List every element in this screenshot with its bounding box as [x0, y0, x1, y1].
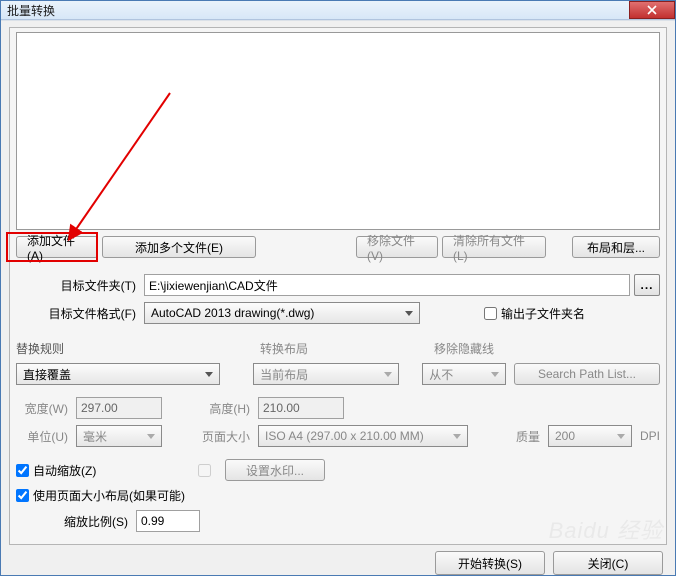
rule-row: 直接覆盖 当前布局 从不 Search Path List... — [16, 363, 660, 385]
height-label: 高度(H) — [198, 400, 254, 417]
add-multi-button[interactable]: 添加多个文件(E) — [102, 236, 256, 258]
dpi-label: DPI — [640, 429, 660, 443]
replace-rule-select[interactable]: 直接覆盖 — [16, 363, 220, 385]
target-folder-label: 目标文件夹(T) — [16, 277, 140, 294]
unit-select[interactable]: 毫米 — [76, 425, 162, 447]
pagelayout-row: 使用页面大小布局(如果可能) — [16, 487, 660, 504]
unit-row: 单位(U) 毫米 页面大小 ISO A4 (297.00 x 210.00 MM… — [16, 425, 660, 447]
remove-hidden-header: 移除隐藏线 — [434, 340, 534, 357]
remove-hidden-select[interactable]: 从不 — [422, 363, 506, 385]
browse-button[interactable]: ... — [634, 274, 660, 296]
dialog-buttons: 开始转换(S) 关闭(C) — [9, 545, 667, 575]
unit-label: 单位(U) — [16, 428, 72, 445]
headers-row: 替换规则 转换布局 移除隐藏线 — [16, 340, 660, 357]
highlight-box — [6, 232, 98, 262]
chevron-down-icon — [613, 426, 629, 446]
dialog-window: 批量转换 添加文件(A) 添加多个文件(E) 移除文件(V) 清除所有文件(L) — [0, 0, 676, 576]
chevron-down-icon — [487, 364, 503, 384]
file-list[interactable] — [16, 32, 660, 230]
page-size-label: 页面大小 — [198, 428, 254, 445]
layout-layers-button[interactable]: 布局和层... — [572, 236, 660, 258]
width-label: 宽度(W) — [16, 400, 72, 417]
remove-file-button[interactable]: 移除文件(V) — [356, 236, 438, 258]
clear-all-button[interactable]: 清除所有文件(L) — [442, 236, 546, 258]
close-icon[interactable] — [629, 1, 675, 19]
chevron-down-icon — [449, 426, 465, 446]
zoom-ratio-label: 缩放比例(S) — [16, 513, 132, 530]
target-format-label: 目标文件格式(F) — [16, 305, 140, 322]
watermark-enable-checkbox[interactable] — [198, 464, 211, 477]
toolbar-blurred — [1, 20, 675, 21]
chevron-down-icon — [201, 364, 217, 384]
zoom-row: 缩放比例(S) 0.99 — [16, 510, 660, 532]
chevron-down-icon — [143, 426, 159, 446]
replace-rule-header: 替换规则 — [16, 340, 226, 357]
quality-select[interactable]: 200 — [548, 425, 632, 447]
auto-zoom-checkbox[interactable]: 自动缩放(Z) — [16, 462, 186, 479]
target-folder-row: 目标文件夹(T) E:\jixiewenjian\CAD文件 ... — [16, 274, 660, 296]
set-watermark-button[interactable]: 设置水印... — [225, 459, 325, 481]
zoom-ratio-input[interactable]: 0.99 — [136, 510, 200, 532]
page-size-select[interactable]: ISO A4 (297.00 x 210.00 MM) — [258, 425, 468, 447]
quality-label: 质量 — [504, 428, 544, 445]
dim-row: 宽度(W) 297.00 高度(H) 210.00 — [16, 397, 660, 419]
height-input[interactable]: 210.00 — [258, 397, 344, 419]
convert-layout-header: 转换布局 — [260, 340, 410, 357]
convert-layout-select[interactable]: 当前布局 — [253, 363, 399, 385]
target-folder-input[interactable]: E:\jixiewenjian\CAD文件 — [144, 274, 630, 296]
output-subfolder-checkbox[interactable]: 输出子文件夹名 — [484, 305, 585, 322]
titlebar: 批量转换 — [1, 1, 675, 20]
chevron-down-icon — [401, 303, 417, 323]
search-path-button[interactable]: Search Path List... — [514, 363, 660, 385]
width-input[interactable]: 297.00 — [76, 397, 162, 419]
target-format-select[interactable]: AutoCAD 2013 drawing(*.dwg) — [144, 302, 420, 324]
chevron-down-icon — [380, 364, 396, 384]
file-buttons-row: 添加文件(A) 添加多个文件(E) 移除文件(V) 清除所有文件(L) 布局和层… — [16, 236, 660, 258]
use-page-layout-checkbox[interactable]: 使用页面大小布局(如果可能) — [16, 487, 185, 504]
close-button[interactable]: 关闭(C) — [553, 551, 663, 575]
autozoom-row: 自动缩放(Z) 设置水印... — [16, 459, 660, 481]
target-format-row: 目标文件格式(F) AutoCAD 2013 drawing(*.dwg) 输出… — [16, 302, 660, 324]
start-convert-button[interactable]: 开始转换(S) — [435, 551, 545, 575]
window-title: 批量转换 — [7, 2, 55, 19]
